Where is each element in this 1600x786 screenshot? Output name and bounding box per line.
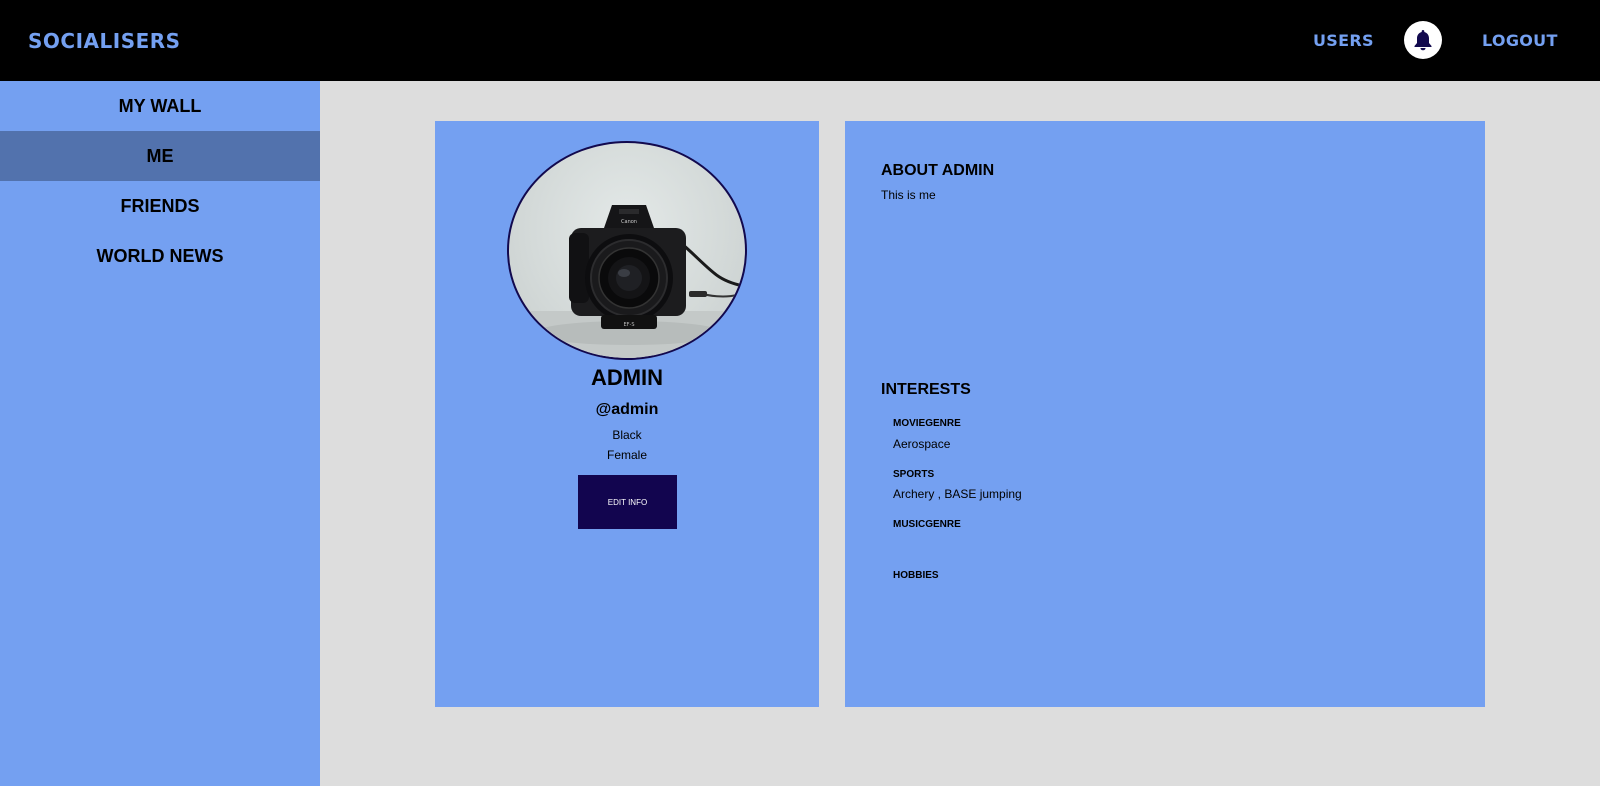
interest-value-sports: Archery , BASE jumping: [893, 487, 1022, 501]
svg-text:EF-S: EF-S: [623, 322, 634, 328]
sidebar-item-friends[interactable]: FRIENDS: [0, 181, 320, 231]
edit-info-button[interactable]: EDIT INFO: [578, 475, 677, 529]
sidebar: MY WALL ME FRIENDS WORLD NEWS: [0, 81, 320, 786]
interest-label-hobbies: HOBBIES: [893, 570, 939, 581]
about-card: ABOUT ADMIN This is me INTERESTS MOVIEGE…: [845, 121, 1485, 707]
sidebar-item-me[interactable]: ME: [0, 131, 320, 181]
camera-photo: EF-S Canon: [509, 205, 745, 358]
sidebar-item-world-news[interactable]: WORLD NEWS: [0, 231, 320, 281]
about-title: ABOUT ADMIN: [881, 162, 995, 179]
top-navbar: SOCIALISERS USERS LOGOUT: [0, 0, 1600, 81]
interest-label-moviegenre: MOVIEGENRE: [893, 418, 961, 429]
sidebar-item-my-wall[interactable]: MY WALL: [0, 81, 320, 131]
bell-icon: [1414, 30, 1432, 51]
interest-label-sports: SPORTS: [893, 469, 935, 480]
profile-detail-1: Black: [612, 428, 642, 442]
interests-title: INTERESTS: [881, 381, 971, 398]
profile-handle: @admin: [595, 401, 659, 418]
interest-value-moviegenre: Aerospace: [893, 437, 951, 451]
about-text: This is me: [881, 188, 936, 202]
notifications-button[interactable]: [1404, 21, 1442, 59]
avatar: EF-S Canon: [507, 141, 747, 360]
brand-logo[interactable]: SOCIALISERS: [28, 29, 181, 53]
interest-label-musicgenre: MUSICGENRE: [893, 519, 961, 530]
svg-text:Canon: Canon: [621, 219, 637, 225]
users-link[interactable]: USERS: [1313, 31, 1374, 50]
profile-detail-2: Female: [606, 448, 647, 462]
profile-name: ADMIN: [590, 365, 664, 390]
profile-card: EF-S Canon ADMIN @admin Black Female EDI…: [435, 121, 819, 707]
logout-link[interactable]: LOGOUT: [1482, 31, 1558, 50]
